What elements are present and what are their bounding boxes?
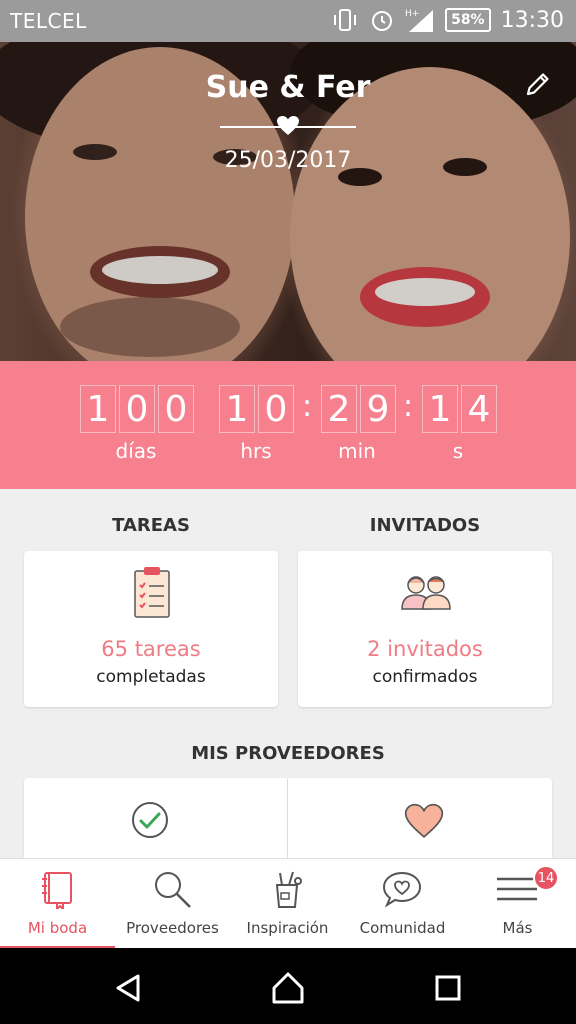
countdown-banner: 1 0 0 1 0 : 2 9 : 1 4 días hrs min s [0, 361, 576, 489]
guests-card[interactable]: 2 invitados confirmados [298, 551, 552, 707]
menu-icon [497, 877, 537, 901]
system-nav-bar [0, 948, 576, 1024]
minutes-label: min [338, 439, 376, 463]
guests-title: INVITADOS [369, 515, 481, 536]
carrier-name: TELCEL [10, 9, 87, 33]
seconds-digit: 1 [422, 385, 458, 433]
hours-digit: 1 [219, 385, 255, 433]
days-digit: 0 [158, 385, 194, 433]
battery-level: 58% [451, 12, 485, 28]
nav-label: Inspiración [246, 919, 329, 937]
status-bar: TELCEL H+ 58% 13:30 [0, 0, 576, 42]
guests-status: confirmados [372, 667, 478, 687]
couple-names: Sue & Fer [205, 70, 371, 105]
vibrate-icon [334, 9, 357, 31]
nav-label: Mi boda [27, 919, 88, 937]
time-separator: : [403, 389, 414, 424]
minutes-digit: 2 [321, 385, 357, 433]
recent-apps-icon[interactable] [434, 974, 462, 1002]
tasks-status: completadas [96, 667, 206, 687]
nav-item-comunidad[interactable]: Comunidad [345, 859, 460, 949]
hours-digit: 0 [258, 385, 294, 433]
vendors-title: MIS PROVEEDORES [191, 743, 385, 764]
days-digit: 1 [80, 385, 116, 433]
days-digit: 0 [119, 385, 155, 433]
home-icon[interactable] [270, 970, 306, 1006]
days-label: días [115, 439, 157, 463]
wedding-date: 25/03/2017 [224, 148, 352, 173]
tasks-title: TAREAS [112, 515, 190, 536]
minutes-digit: 9 [360, 385, 396, 433]
tools-icon [275, 871, 302, 908]
clipboard-icon [134, 567, 170, 618]
pencil-icon[interactable] [524, 70, 552, 98]
battery-indicator: 58% [445, 8, 491, 32]
seconds-label: s [452, 439, 464, 463]
chat-heart-icon [382, 871, 422, 908]
nav-label: Proveedores [126, 919, 219, 937]
tasks-count: 65 tareas [101, 637, 201, 661]
clock: 13:30 [500, 7, 564, 33]
hired-vendors-card[interactable] [24, 778, 287, 868]
nav-item-mi-boda[interactable]: Mi boda [0, 859, 115, 949]
heart-icon [277, 116, 299, 135]
bottom-navigation: Mi boda Proveedores Inspiración Comunida… [0, 858, 576, 949]
hours-label: hrs [240, 439, 272, 463]
time-separator: : [302, 389, 313, 424]
search-icon [155, 872, 191, 908]
nav-item-inspiracion[interactable]: Inspiración [230, 859, 345, 949]
nav-label: Comunidad [359, 919, 446, 937]
book-icon [42, 872, 72, 909]
checkmark-icon [132, 802, 168, 838]
alarm-icon [372, 11, 393, 31]
guests-count: 2 invitados [367, 637, 483, 661]
signal-icon: H+ [405, 9, 434, 32]
nav-item-proveedores[interactable]: Proveedores [115, 859, 230, 949]
svg-text:H+: H+ [405, 9, 419, 19]
guests-icon [401, 576, 451, 610]
notification-badge: 14 [533, 865, 559, 891]
seconds-digit: 4 [461, 385, 497, 433]
back-icon[interactable] [112, 972, 144, 1004]
tasks-card[interactable]: 65 tareas completadas [24, 551, 278, 707]
nav-label: Más [502, 919, 533, 937]
couple-photo[interactable]: Sue & Fer 25/03/2017 [0, 42, 576, 361]
heart-icon [404, 803, 444, 838]
favorite-vendors-card[interactable] [288, 778, 552, 868]
